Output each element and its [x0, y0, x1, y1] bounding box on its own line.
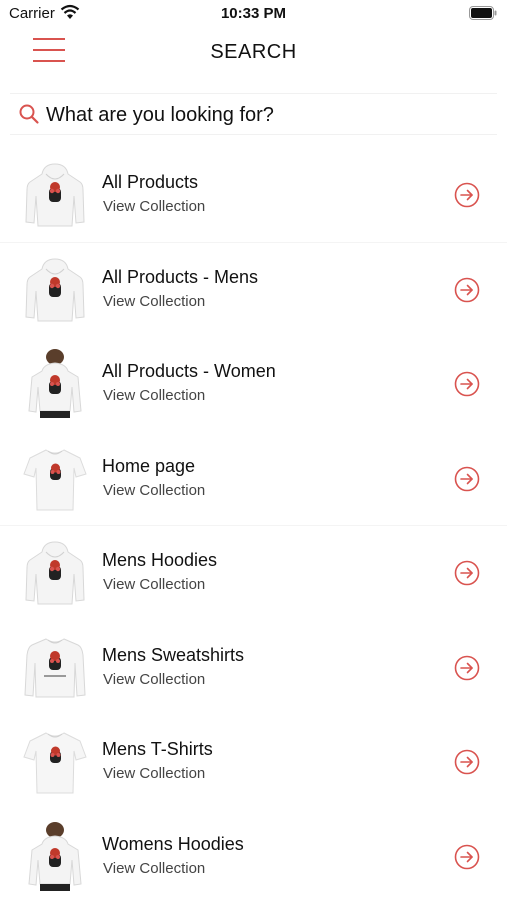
- search-icon: [19, 104, 39, 124]
- collection-list-item[interactable]: Mens T-Shirts View Collection: [0, 715, 507, 810]
- view-collection-label: View Collection: [103, 387, 206, 404]
- view-collection-label: View Collection: [103, 859, 206, 877]
- collection-list-item[interactable]: Womens Hoodies View Collection: [0, 810, 507, 900]
- collection-title: All Products - Women: [102, 361, 276, 381]
- view-collection-label: View Collection: [103, 765, 206, 782]
- collection-thumbnail: [22, 538, 88, 608]
- view-collection-label: View Collection: [103, 670, 206, 688]
- collection-thumbnail: [22, 821, 88, 892]
- collection-title: All Products - Mens: [102, 266, 259, 287]
- collection-thumbnail: [22, 633, 88, 703]
- collection-thumbnail: [22, 727, 88, 797]
- menu-line-icon: [33, 38, 65, 40]
- arrow-right-circle-icon[interactable]: [454, 844, 480, 870]
- search-bar[interactable]: [10, 93, 497, 135]
- search-input[interactable]: [46, 100, 486, 130]
- view-collection-label: View Collection: [103, 481, 206, 499]
- arrow-right-circle-icon[interactable]: [454, 655, 480, 681]
- arrow-right-circle-icon[interactable]: [454, 749, 480, 775]
- collection-list-item[interactable]: Mens Hoodies View Collection: [0, 526, 507, 621]
- arrow-right-circle-icon[interactable]: [454, 466, 480, 492]
- collection-list-item[interactable]: All Products View Collection: [0, 148, 507, 243]
- arrow-right-circle-icon[interactable]: [454, 560, 480, 586]
- arrow-right-circle-icon[interactable]: [454, 277, 480, 303]
- collection-list-item[interactable]: Mens Sweatshirts View Collection: [0, 621, 507, 716]
- collection-title: Home page: [102, 455, 196, 476]
- status-time: 10:33 PM: [220, 5, 287, 22]
- collection-title: Mens Sweatshirts: [102, 644, 245, 665]
- collection-title: All Products: [102, 172, 199, 192]
- collection-thumbnail: [22, 160, 88, 230]
- view-collection-label: View Collection: [103, 198, 206, 215]
- collection-title: Mens T-Shirts: [102, 739, 213, 759]
- collection-list-item[interactable]: Home page View Collection: [0, 432, 507, 526]
- arrow-right-circle-icon[interactable]: [454, 182, 480, 208]
- page-title: SEARCH: [210, 41, 297, 63]
- collection-list-item[interactable]: All Products - Mens View Collection: [0, 243, 507, 338]
- collection-list: All Products View Collection All Products …: [0, 148, 507, 900]
- collection-thumbnail: [22, 255, 88, 325]
- status-bar: Carrier 10:33 PM: [0, 0, 507, 28]
- view-collection-label: View Collection: [103, 292, 206, 310]
- collection-title: Mens Hoodies: [102, 550, 218, 570]
- header: SEARCH: [0, 28, 507, 78]
- collection-thumbnail: [22, 444, 88, 514]
- arrow-right-circle-icon[interactable]: [454, 371, 480, 397]
- collection-title: Womens Hoodies: [102, 833, 244, 854]
- view-collection-label: View Collection: [103, 576, 206, 593]
- collection-thumbnail: [22, 349, 88, 419]
- battery-icon: [469, 6, 497, 20]
- collection-list-item[interactable]: All Products - Women View Collection: [0, 337, 507, 432]
